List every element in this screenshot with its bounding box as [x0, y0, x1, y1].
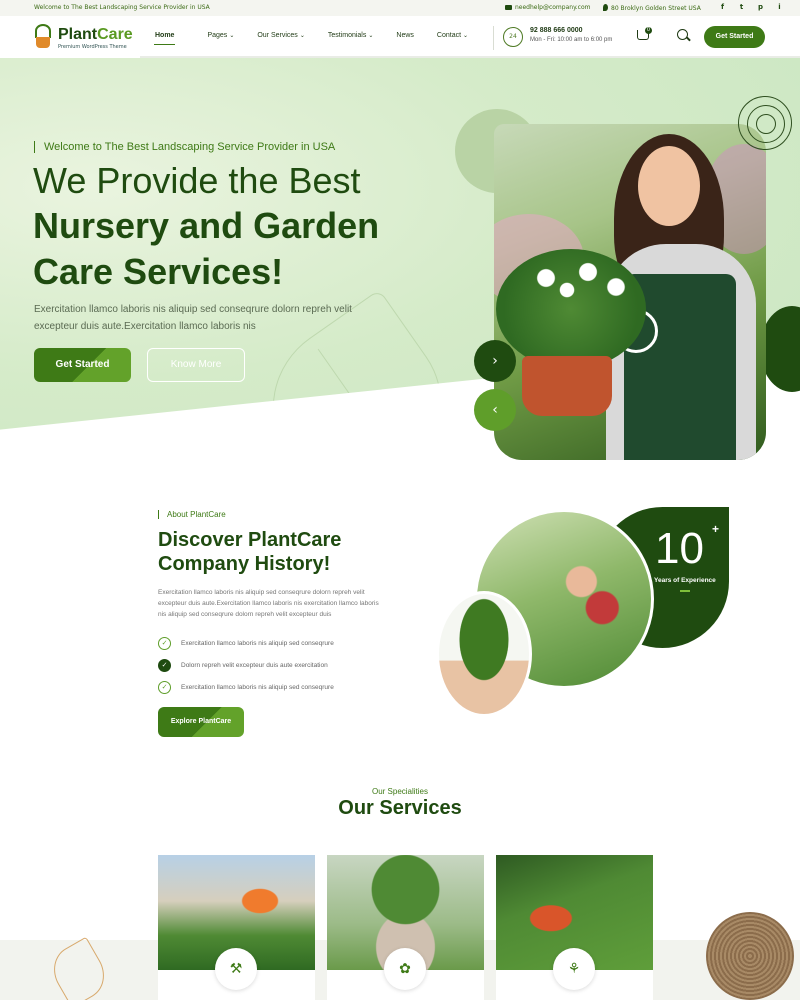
hero-section: Welcome to The Best Landscaping Service … [0, 58, 800, 488]
checklist-item: ✓ Exercitation llamco laboris nis aliquip… [158, 676, 334, 698]
services-subtitle: Our Specialities [371, 787, 429, 796]
lawn-mower-icon: ⚘ [553, 948, 595, 990]
concentric-rings-decoration [738, 96, 792, 150]
chevron-down-icon: ⌄ [368, 33, 374, 39]
topbar-email[interactable]: needhelp@company.com [505, 4, 590, 11]
logo-tagline: Premium WordPress Theme [58, 44, 127, 50]
about-subtitle: About PlantCare [158, 510, 226, 519]
checklist-item: ✓ Dolorn repreh velit excepteur duis aute… [158, 654, 334, 676]
header-separator [493, 26, 494, 50]
nav-our-services[interactable]: Our Services ⌄ [257, 32, 305, 39]
nav-pages[interactable]: Pages ⌄ [207, 32, 234, 39]
about-title-line2: Company History! [158, 553, 331, 575]
experience-years-number: 10 [655, 524, 704, 573]
experience-label: Years of Experience [654, 577, 716, 584]
service-card[interactable]: ⚘ [496, 855, 653, 1000]
hero-subtitle: Welcome to The Best Landscaping Service … [34, 141, 335, 153]
about-title-line1: Discover PlantCare [158, 529, 342, 551]
hero-title-line2: Nursery and Garden [33, 205, 380, 246]
hero-get-started-button[interactable]: Get Started [34, 348, 131, 382]
hero-know-more-button[interactable]: Know More [147, 348, 245, 382]
plant-pot-icon [32, 24, 54, 50]
facebook-icon[interactable]: f [718, 3, 727, 12]
check-circle-icon: ✓ [158, 636, 171, 650]
topbar-address: 80 Broklyn Golden Street USA [603, 4, 701, 12]
services-title: Our Services [338, 797, 462, 819]
topbar-welcome-text: Welcome to The Best Landscaping Service … [34, 4, 210, 11]
search-icon[interactable] [677, 29, 688, 40]
instagram-icon[interactable]: i [775, 3, 784, 12]
location-pin-icon [603, 4, 608, 11]
checklist-item: ✓ Exercitation llamco laboris nis aliquip… [158, 632, 334, 654]
experience-underline [680, 590, 690, 592]
about-description: Exercitation llamco laboris nis aliquip … [158, 589, 379, 618]
opening-hours: Mon - Fri: 10:00 am to 6:00 pm [530, 37, 613, 43]
chevron-down-icon: ⌄ [299, 33, 305, 39]
check-circle-icon: ✓ [158, 680, 171, 694]
hero-gardener-image [494, 124, 766, 460]
check-circle-icon: ✓ [158, 658, 171, 672]
hero-title-line3: Care Services! [33, 251, 284, 292]
top-bar: Welcome to The Best Landscaping Service … [0, 0, 800, 16]
main-nav: Home Pages ⌄ Our Services ⌄ Testimonials ⌄ … [153, 32, 468, 45]
experience-plus: + [712, 522, 720, 536]
slider-next-button[interactable]: › [474, 340, 516, 382]
site-header: PlantCare Premium WordPress Theme Home P… [0, 16, 800, 60]
service-card[interactable]: ⚒ [158, 855, 315, 1000]
phone-number[interactable]: 92 888 666 0000 [530, 27, 583, 34]
seedling-in-hands-image [436, 591, 532, 717]
site-logo[interactable]: PlantCare Premium WordPress Theme [32, 24, 133, 50]
pinterest-icon[interactable]: p [756, 3, 765, 12]
plant-care-icon: ✿ [384, 948, 426, 990]
about-checklist: ✓ Exercitation llamco laboris nis aliquip… [158, 632, 334, 698]
nav-home[interactable]: Home [153, 32, 176, 45]
header-get-started-button[interactable]: Get Started [704, 26, 765, 48]
nav-testimonials[interactable]: Testimonials ⌄ [328, 32, 374, 39]
slider-prev-button[interactable]: ‹ [474, 389, 516, 431]
hero-title-line1: We Provide the Best [33, 160, 361, 201]
cart-count-badge: 0 [645, 27, 652, 34]
social-links: f t p i [718, 3, 784, 12]
service-card[interactable]: ✿ [327, 855, 484, 1000]
chevron-down-icon: ⌄ [463, 33, 469, 39]
chevron-down-icon: ⌄ [229, 33, 235, 39]
hero-description: Exercitation llamco laboris nis aliquip … [34, 304, 352, 332]
twitter-icon[interactable]: t [737, 3, 746, 12]
explore-plantcare-button[interactable]: Explore PlantCare [158, 707, 244, 737]
garden-tools-icon: ⚒ [215, 948, 257, 990]
nav-contact[interactable]: Contact ⌄ [437, 32, 468, 39]
nav-news[interactable]: News [396, 32, 414, 39]
mail-icon [505, 5, 512, 10]
logo-name: PlantCare [58, 26, 133, 43]
twine-ball-decoration [706, 912, 794, 1000]
phone-24h-icon: 24 [503, 27, 523, 47]
